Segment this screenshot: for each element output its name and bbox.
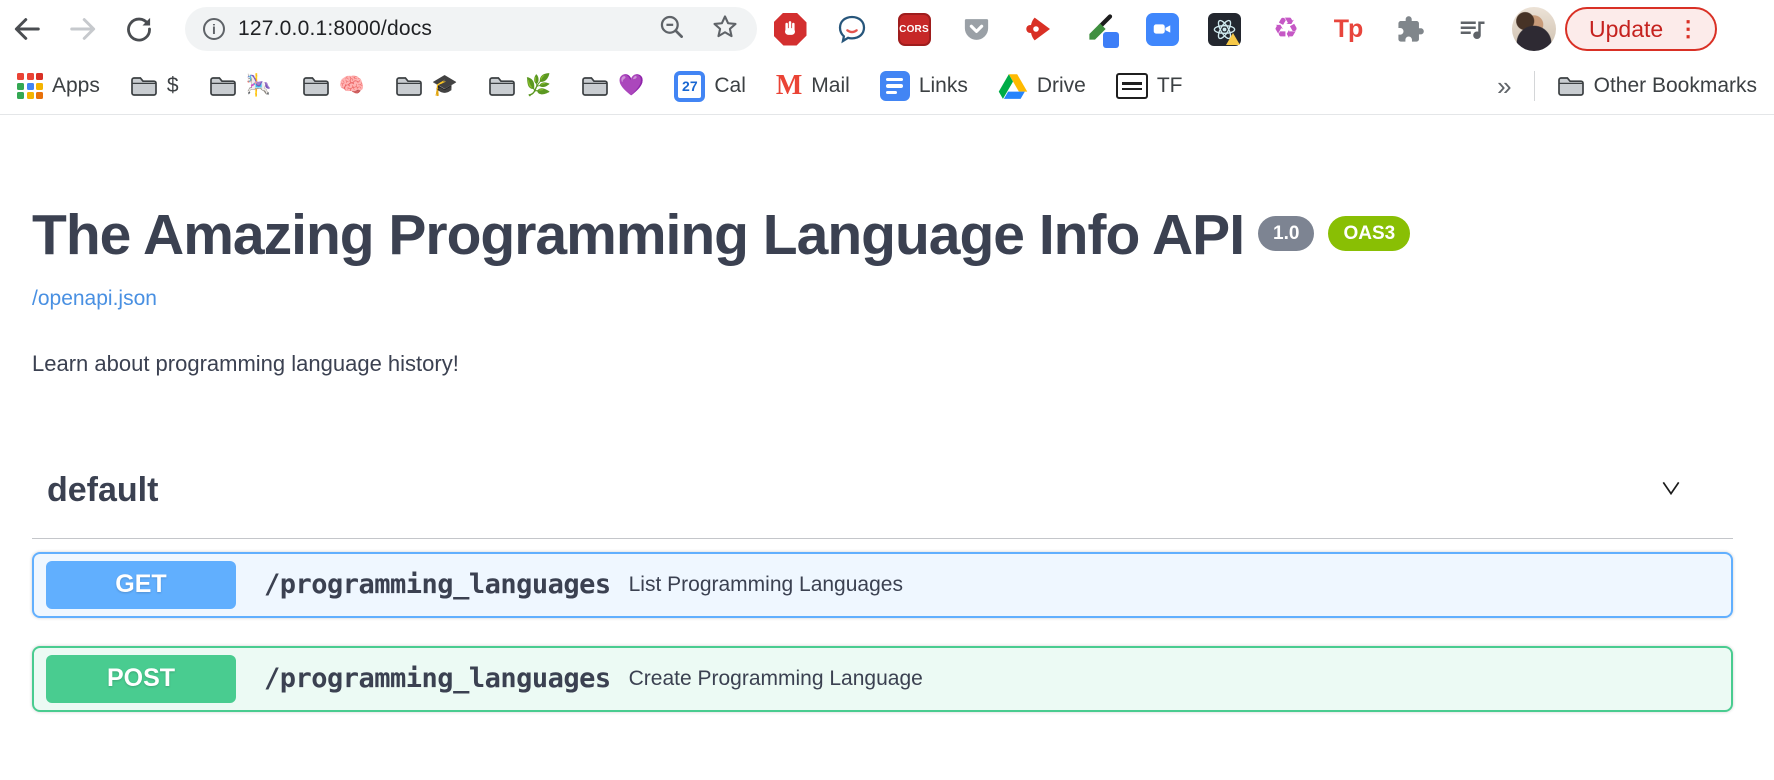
bookmarks-divider (1534, 71, 1535, 101)
eyedropper-icon[interactable] (1083, 12, 1117, 46)
operation-row-get-programming-languages[interactable]: GET /programming_languages List Programm… (32, 552, 1733, 618)
operation-summary: Create Programming Language (629, 667, 923, 691)
puzzle-extensions-icon[interactable] (1393, 12, 1427, 46)
bookmark-folder-label: 🌿 (525, 74, 551, 98)
section-header-default[interactable]: default (32, 471, 1733, 539)
bookmark-folder-herb[interactable]: 🌿 (488, 74, 551, 98)
avatar (1512, 7, 1556, 51)
zoom-out-icon[interactable] (658, 13, 685, 45)
update-button[interactable]: Update ⋮ (1565, 7, 1717, 51)
bookmark-links[interactable]: Links (880, 71, 968, 101)
folder-icon (209, 75, 237, 97)
get-method-badge: GET (46, 561, 236, 609)
bookmarks-overflow-chevron[interactable]: » (1497, 71, 1511, 102)
bookmark-mail[interactable]: M Mail (776, 70, 850, 102)
bookmark-folder-label: 🧠 (339, 74, 365, 98)
bookmark-drive[interactable]: Drive (998, 73, 1086, 100)
links-list-icon (880, 71, 910, 101)
folder-icon (130, 75, 158, 97)
operation-summary: List Programming Languages (629, 573, 903, 597)
bookmark-calendar[interactable]: 27 Cal (674, 71, 746, 102)
bookmark-label: Links (919, 74, 968, 98)
blue-square-overlay (1103, 32, 1119, 48)
google-calendar-icon: 27 (674, 71, 705, 102)
react-devtools-icon[interactable] (1207, 12, 1241, 46)
operation-row-post-programming-languages[interactable]: POST /programming_languages Create Progr… (32, 646, 1733, 712)
playlist-icon[interactable] (1455, 12, 1489, 46)
folder-icon (395, 75, 423, 97)
bookmark-star-icon[interactable] (711, 13, 739, 46)
bookmark-tf[interactable]: TF (1116, 73, 1183, 99)
openapi-spec-link[interactable]: /openapi.json (32, 287, 157, 311)
forward-button[interactable] (66, 12, 100, 46)
other-bookmarks-label: Other Bookmarks (1594, 74, 1757, 98)
bookmarks-bar: Apps $ 🎠 🧠 🎓 🌿 💜 27 Cal (0, 58, 1774, 115)
bookmark-folder-label: $ (167, 74, 179, 98)
folder-icon (581, 75, 609, 97)
bookmark-folder-dollar[interactable]: $ (130, 74, 179, 98)
bookmark-folder-label: 💜 (618, 74, 644, 98)
folder-icon (302, 75, 330, 97)
site-info-icon[interactable]: i (203, 18, 225, 40)
apps-grid-icon (17, 73, 43, 99)
adblock-hand-icon[interactable] (773, 12, 807, 46)
bookmark-folder-label: 🎓 (432, 74, 458, 98)
bookmark-label: Cal (714, 74, 746, 98)
pocket-icon[interactable] (959, 12, 993, 46)
url-bar[interactable]: i 127.0.0.1:8000/docs (185, 7, 757, 51)
url-text[interactable]: 127.0.0.1:8000/docs (238, 17, 432, 41)
chat-bubble-icon[interactable] (835, 12, 869, 46)
update-label: Update (1589, 16, 1663, 43)
bookmark-folder-label: 🎠 (246, 74, 272, 98)
google-drive-icon (998, 73, 1028, 100)
gmail-icon: M (776, 70, 802, 102)
operation-path: /programming_languages (264, 569, 611, 600)
collapse-chevron-icon[interactable] (1657, 474, 1685, 507)
tp-extension-icon[interactable]: Tp (1331, 12, 1365, 46)
warning-triangle-icon (1226, 33, 1240, 45)
bookmark-folder-graduation[interactable]: 🎓 (395, 74, 458, 98)
page-title: The Amazing Programming Language Info AP… (32, 203, 1244, 269)
back-arrow-icon (12, 14, 42, 44)
cors-extension-icon[interactable]: CORS (897, 12, 931, 46)
browser-menu-kebab-icon[interactable]: ⋮ (1677, 16, 1699, 42)
bookmark-label: Drive (1037, 74, 1086, 98)
reload-button[interactable] (122, 12, 156, 46)
folder-icon (1557, 75, 1585, 97)
bookmark-folder-carousel[interactable]: 🎠 (209, 74, 272, 98)
bookmark-folder-brain[interactable]: 🧠 (302, 74, 365, 98)
folder-icon (488, 75, 516, 97)
bookmark-folder-heart[interactable]: 💜 (581, 74, 644, 98)
other-bookmarks[interactable]: Other Bookmarks (1557, 74, 1757, 98)
swagger-ui: The Amazing Programming Language Info AP… (0, 115, 1774, 712)
api-description: Learn about programming language history… (32, 351, 1733, 377)
reload-icon (125, 15, 153, 43)
oas3-badge: OAS3 (1328, 216, 1410, 251)
extensions-row: CORS ♻ Tp (773, 12, 1551, 46)
forward-arrow-icon (68, 14, 98, 44)
apps-shortcut[interactable]: Apps (17, 73, 100, 99)
zoom-video-icon[interactable] (1145, 12, 1179, 46)
post-method-badge: POST (46, 655, 236, 703)
browser-toolbar: i 127.0.0.1:8000/docs CORS (0, 0, 1774, 58)
apps-label: Apps (52, 74, 100, 98)
red-arrow-extension-icon[interactable] (1021, 12, 1055, 46)
section-title: default (47, 471, 158, 510)
annotation-card-icon (1116, 73, 1148, 99)
profile-avatar[interactable] (1517, 12, 1551, 46)
browser-window: i 127.0.0.1:8000/docs CORS (0, 0, 1774, 780)
operation-path: /programming_languages (264, 663, 611, 694)
recycle-extension-icon[interactable]: ♻ (1269, 12, 1303, 46)
back-button[interactable] (10, 12, 44, 46)
version-badge: 1.0 (1258, 216, 1314, 251)
bookmark-label: Mail (811, 74, 850, 98)
bookmark-label: TF (1157, 74, 1183, 98)
section-default: default GET /programming_languages List … (32, 471, 1733, 712)
